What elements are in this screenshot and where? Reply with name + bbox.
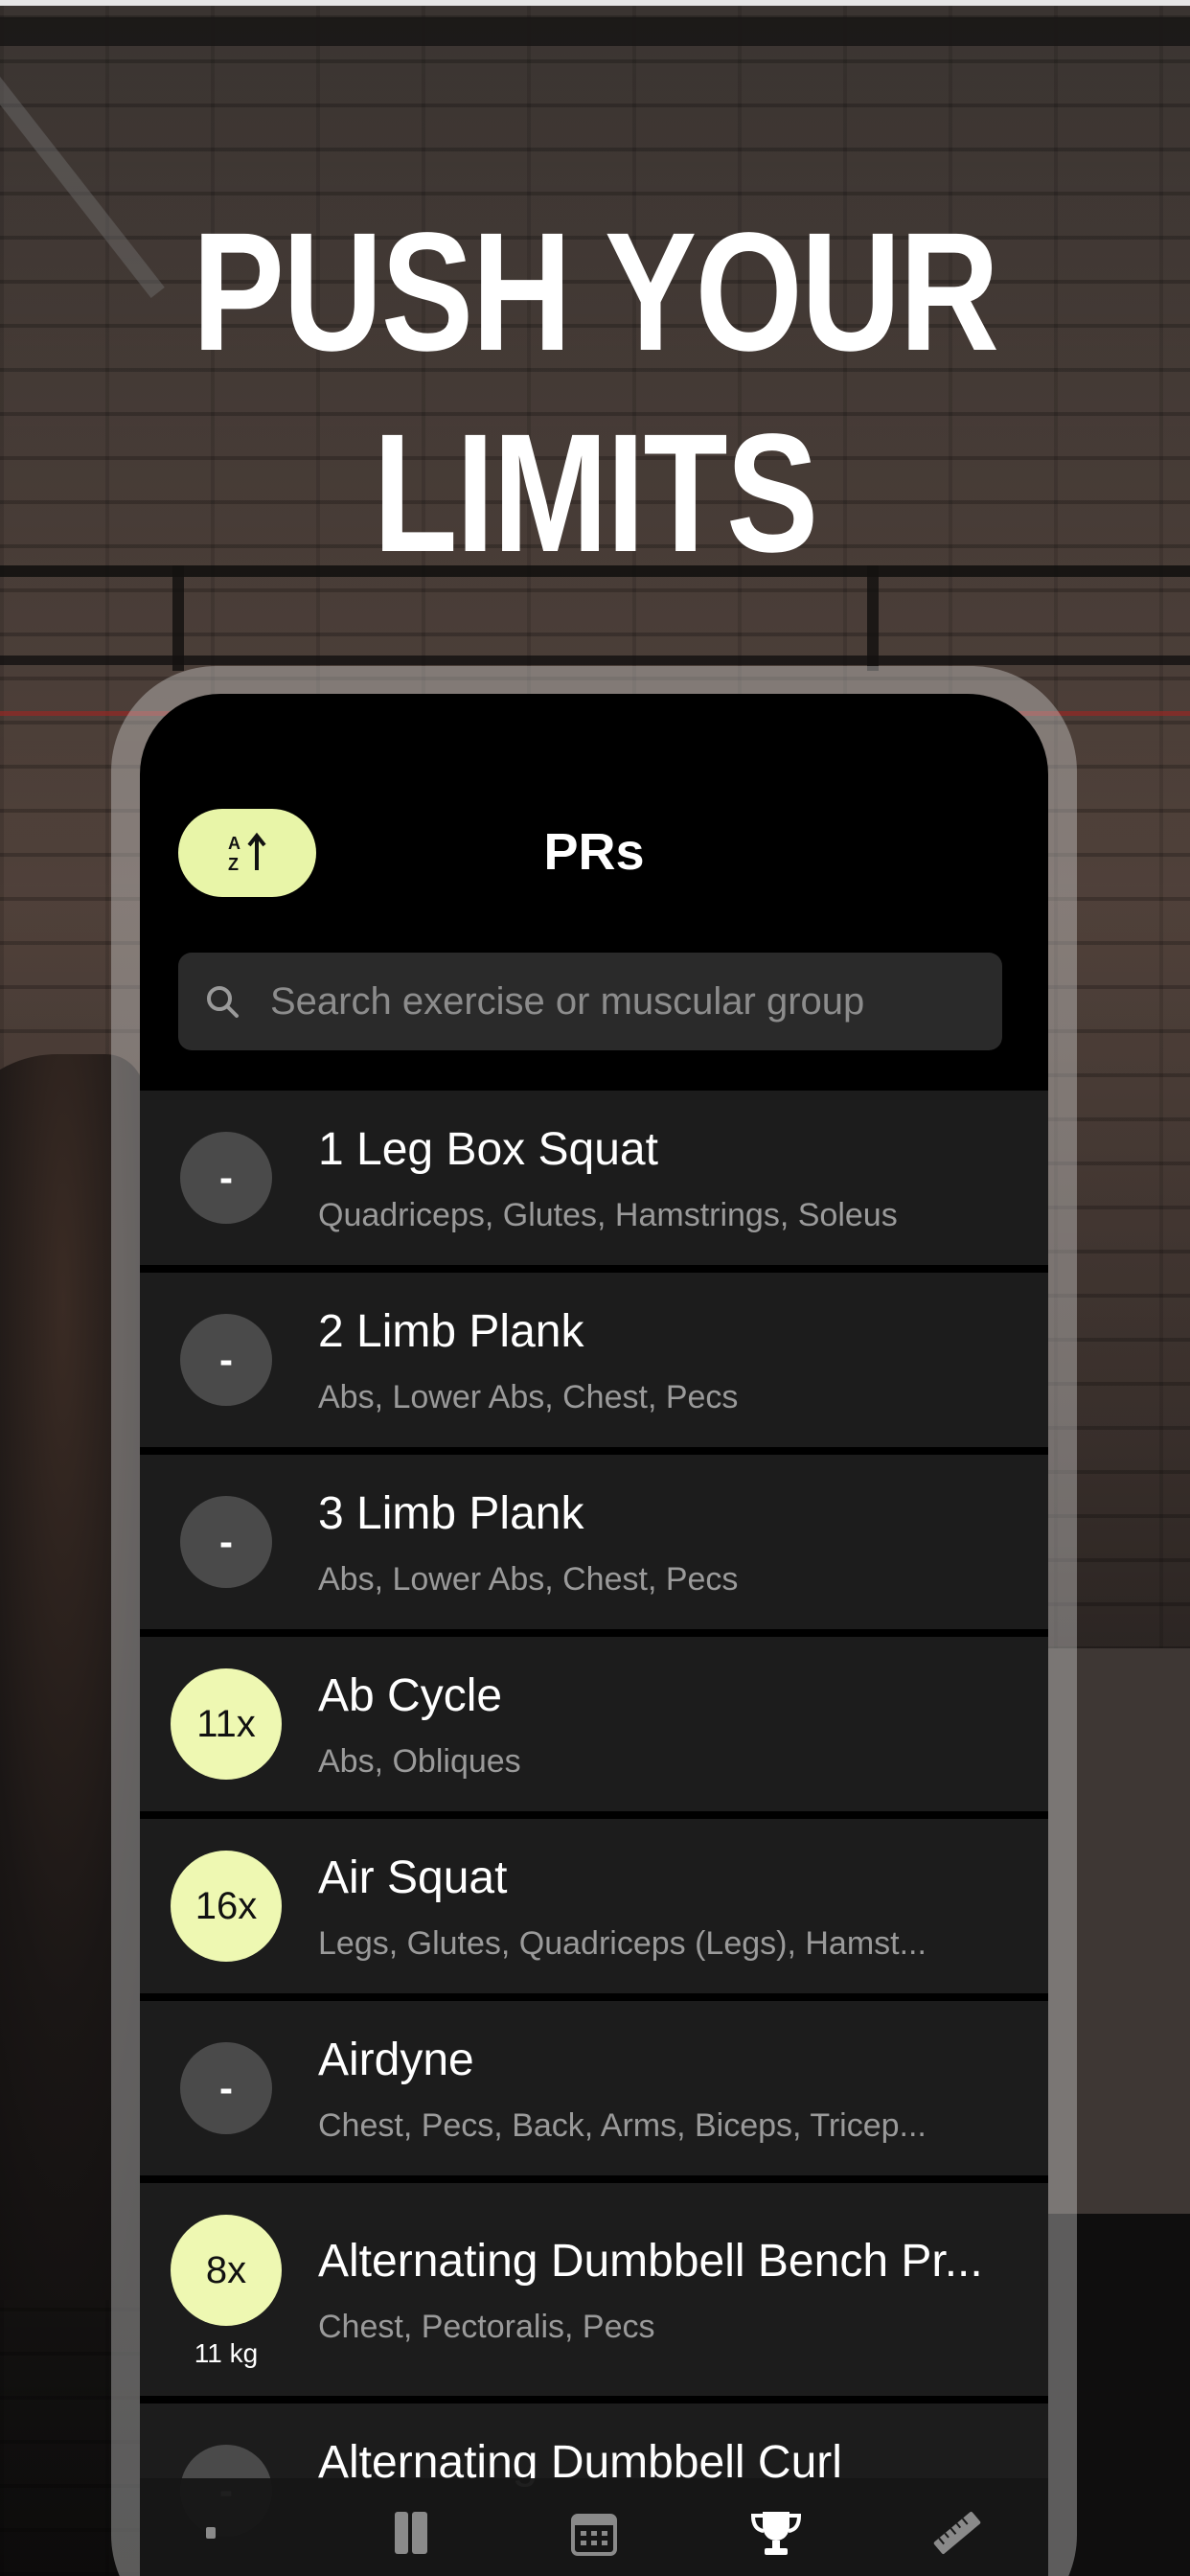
exercise-name: Airdyne xyxy=(318,2035,474,2085)
headline-line-1: PUSH YOUR xyxy=(192,198,999,386)
pr-badge: 16x xyxy=(171,1851,282,1962)
search-icon xyxy=(207,986,239,1018)
status-strip xyxy=(0,0,1190,6)
pr-weight: 11 kg xyxy=(194,2338,259,2368)
pr-badge: - xyxy=(180,1132,272,1224)
exercise-muscles: Abs, Obliques xyxy=(318,1743,521,1780)
list-item[interactable]: 11x Ab Cycle Abs, Obliques xyxy=(140,1637,1048,1811)
tab-prs[interactable] xyxy=(719,2499,834,2566)
exercise-name: Alternating Dumbbell Bench Pr... xyxy=(318,2236,983,2287)
calendar-icon xyxy=(570,2514,617,2556)
list-item[interactable]: - 3 Limb Plank Abs, Lower Abs, Chest, Pe… xyxy=(140,1455,1048,1629)
exercise-muscles: Abs, Lower Abs, Chest, Pecs xyxy=(318,1561,739,1598)
pr-badge: - xyxy=(180,1314,272,1406)
list-item[interactable]: - 2 Limb Plank Abs, Lower Abs, Chest, Pe… xyxy=(140,1273,1048,1447)
pr-badge: 8x xyxy=(171,2215,282,2326)
ruler-icon xyxy=(933,2511,981,2555)
list-item[interactable]: 8x 11 kg Alternating Dumbbell Bench Pr..… xyxy=(140,2183,1048,2396)
pr-badge: - xyxy=(180,1496,272,1588)
exercise-name: Ab Cycle xyxy=(318,1670,503,1721)
exercise-muscles: Chest, Pecs, Back, Arms, Biceps, Tricep.… xyxy=(318,2107,927,2144)
dumbbell-icon xyxy=(205,2527,216,2539)
exercise-muscles: Quadriceps, Glutes, Hamstrings, Soleus xyxy=(318,1197,898,1233)
exercise-name: 1 Leg Box Squat xyxy=(318,1124,658,1175)
notebook-icon xyxy=(395,2512,428,2554)
tab-workouts[interactable] xyxy=(173,2499,288,2566)
list-item[interactable]: 16x Air Squat Legs, Glutes, Quadriceps (… xyxy=(140,1819,1048,1993)
exercise-list: - 1 Leg Box Squat Quadriceps, Glutes, Ha… xyxy=(140,1091,1048,2576)
search-bar[interactable] xyxy=(178,953,1002,1050)
exercise-name: 2 Limb Plank xyxy=(318,1306,584,1357)
page-title: PRs xyxy=(543,823,645,881)
exercise-muscles: Chest, Pectoralis, Pecs xyxy=(318,2309,655,2345)
phone-screen: A Z PRs - 1 Leg Box Squat Quadriceps, Gl… xyxy=(140,694,1048,2576)
ceiling-beam xyxy=(0,17,1190,46)
list-item[interactable]: - 1 Leg Box Squat Quadriceps, Glutes, Ha… xyxy=(140,1091,1048,1265)
tab-journal[interactable] xyxy=(355,2499,469,2566)
headline: PUSH YOUR LIMITS xyxy=(107,192,1083,594)
headline-line-2: LIMITS xyxy=(373,400,818,587)
trophy-icon xyxy=(750,2512,801,2555)
list-item[interactable]: - Airdyne Chest, Pecs, Back, Arms, Bicep… xyxy=(140,2001,1048,2175)
pr-badge: 11x xyxy=(171,1668,282,1780)
exercise-muscles: Abs, Lower Abs, Chest, Pecs xyxy=(318,1379,739,1415)
pr-badge: - xyxy=(180,2042,272,2134)
tab-bar xyxy=(140,2478,1048,2576)
tab-measurements[interactable] xyxy=(900,2499,1015,2566)
exercise-name: Air Squat xyxy=(318,1852,508,1903)
search-input[interactable] xyxy=(270,963,1002,1040)
exercise-name: 3 Limb Plank xyxy=(318,1488,584,1539)
exercise-muscles: Legs, Glutes, Quadriceps (Legs), Hamst..… xyxy=(318,1925,927,1962)
tab-calendar[interactable] xyxy=(537,2499,652,2566)
